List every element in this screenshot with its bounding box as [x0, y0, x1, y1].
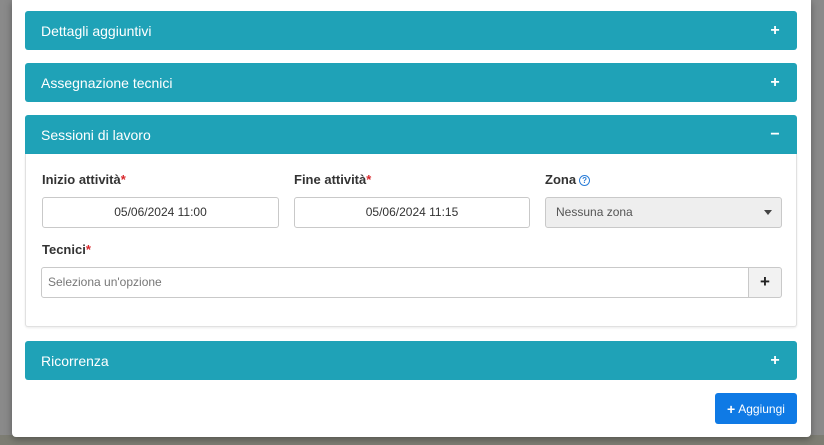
end-label: Fine attività*: [294, 172, 371, 187]
add-button-label: Aggiungi: [738, 401, 785, 416]
sessioni-panel-body: Inizio attività* 05/06/2024 11:00 Fine a…: [25, 154, 797, 327]
panel-title: Assegnazione tecnici: [41, 74, 173, 91]
panel-ricorrenza[interactable]: Ricorrenza +: [25, 341, 797, 380]
question-circle-icon[interactable]: ?: [579, 175, 591, 186]
technicians-label-text: Tecnici: [42, 242, 86, 257]
required-marker: *: [120, 172, 126, 187]
panel-title: Ricorrenza: [41, 352, 109, 369]
zone-label: Zona?: [545, 172, 591, 187]
end-label-text: Fine attività: [294, 172, 367, 187]
collapse-icon[interactable]: −: [769, 126, 781, 143]
panel-dettagli-aggiuntivi[interactable]: Dettagli aggiuntivi +: [25, 11, 797, 50]
zone-label-text: Zona: [545, 172, 577, 187]
zone-select-value: Nessuna zona: [556, 205, 633, 219]
start-label: Inizio attività*: [42, 172, 126, 187]
expand-icon[interactable]: +: [769, 74, 781, 91]
panel-title: Sessioni di lavoro: [41, 126, 151, 143]
add-button[interactable]: + Aggiungi: [715, 393, 797, 424]
technicians-label: Tecnici*: [42, 242, 91, 257]
zone-select[interactable]: Nessuna zona: [545, 197, 782, 228]
caret-down-icon: [764, 210, 772, 215]
end-datetime-input[interactable]: 05/06/2024 11:15: [294, 197, 530, 228]
panel-title: Dettagli aggiuntivi: [41, 22, 152, 39]
panel-assegnazione-tecnici[interactable]: Assegnazione tecnici +: [25, 63, 797, 102]
plus-icon: +: [727, 400, 736, 417]
panel-sessioni-di-lavoro[interactable]: Sessioni di lavoro −: [25, 115, 797, 154]
expand-icon[interactable]: +: [769, 352, 781, 369]
required-marker: *: [85, 242, 91, 257]
start-datetime-input[interactable]: 05/06/2024 11:00: [42, 197, 279, 228]
modal-dialog: Dettagli aggiuntivi + Assegnazione tecni…: [12, 0, 811, 437]
required-marker: *: [366, 172, 372, 187]
technicians-select[interactable]: Seleziona un'opzione: [41, 267, 749, 298]
expand-icon[interactable]: +: [769, 22, 781, 39]
add-technician-button[interactable]: +: [749, 267, 782, 298]
start-label-text: Inizio attività: [42, 172, 121, 187]
